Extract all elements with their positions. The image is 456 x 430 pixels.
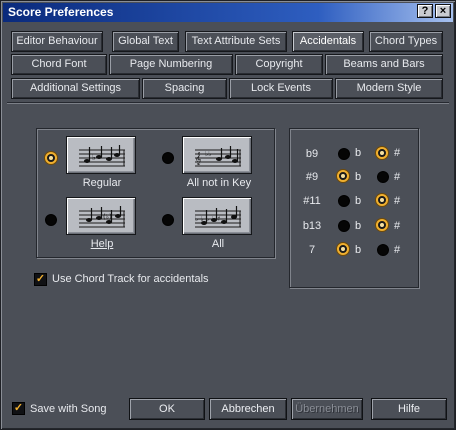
svg-text:𝄞: 𝄞 — [195, 152, 202, 165]
help-button[interactable]: Hilfe — [371, 398, 447, 420]
all-mode-button[interactable]: ♭ ♭ ♭ ♭ ♯ — [182, 197, 252, 235]
flat-label: b — [355, 244, 362, 256]
alteration-7-sharp-radio[interactable] — [377, 244, 389, 256]
alteration-7-flat-radio[interactable] — [337, 243, 349, 255]
alteration-b9-sharp-radio[interactable] — [376, 147, 388, 159]
regular-label: Regular — [82, 177, 122, 189]
tab-copyright[interactable]: Copyright — [235, 54, 323, 75]
tab-divider — [7, 102, 449, 104]
sharp-label: # — [394, 147, 401, 159]
save-with-song-label: Save with Song — [30, 403, 107, 415]
tab-beams-and-bars[interactable]: Beams and Bars — [325, 54, 443, 75]
help-label: Help — [90, 238, 114, 250]
help-icon[interactable]: ? — [417, 4, 433, 18]
apply-button[interactable]: Übernehmen — [291, 398, 363, 420]
tab-page-numbering[interactable]: Page Numbering — [109, 54, 233, 75]
radio-all[interactable] — [162, 214, 174, 226]
window-title: Score Preferences — [8, 5, 114, 19]
sharp-label: # — [394, 244, 401, 256]
help-mode-button[interactable]: (♭) — [66, 197, 136, 235]
ok-button[interactable]: OK — [129, 398, 205, 420]
all-label: All — [211, 238, 225, 250]
tab-additional-settings[interactable]: Additional Settings — [11, 78, 140, 99]
notation-help-icon: (♭) — [79, 206, 125, 228]
tab-text-attribute-sets[interactable]: Text Attribute Sets — [185, 31, 287, 52]
tab-lock-events[interactable]: Lock Events — [229, 78, 333, 99]
alteration-b13-flat-radio[interactable] — [338, 220, 350, 232]
notation-regular-icon: ♭ — [79, 145, 125, 167]
score-preferences-window: Score Preferences ? × Editor Behaviour G… — [0, 0, 456, 430]
tab-chord-font[interactable]: Chord Font — [11, 54, 107, 75]
alteration-sharp9-sharp-radio[interactable] — [377, 171, 389, 183]
all-not-in-key-button[interactable]: 𝄞 ♭♭ — [182, 136, 252, 174]
sharp-label: # — [394, 220, 401, 232]
tab-editor-behaviour[interactable]: Editor Behaviour — [11, 31, 103, 52]
chord-track-checkbox[interactable]: ✓ — [34, 273, 47, 286]
close-icon[interactable]: × — [435, 4, 451, 18]
alteration-b13-sharp-radio[interactable] — [376, 219, 388, 231]
alteration-label-sharp9: #9 — [305, 171, 319, 183]
alteration-sharp11-sharp-radio[interactable] — [376, 194, 388, 206]
sharp-label: # — [394, 195, 401, 207]
svg-text:♭: ♭ — [92, 153, 96, 162]
notation-all-icon: ♭ ♭ ♭ ♭ ♯ — [195, 206, 241, 228]
tab-global-text[interactable]: Global Text — [112, 31, 179, 52]
cancel-button[interactable]: Abbrechen — [209, 398, 287, 420]
radio-all-not-in-key[interactable] — [162, 152, 174, 164]
flat-label: b — [355, 147, 362, 159]
alteration-label-sharp11: #11 — [303, 195, 321, 207]
alteration-label-7: 7 — [308, 244, 316, 256]
svg-text:(♭): (♭) — [103, 213, 112, 221]
radio-help[interactable] — [45, 214, 57, 226]
sharp-label: # — [394, 171, 401, 183]
svg-text:♭♭: ♭♭ — [205, 150, 212, 158]
tab-modern-style[interactable]: Modern Style — [335, 78, 443, 99]
alteration-b9-flat-radio[interactable] — [338, 148, 350, 160]
all-not-in-key-label: All not in Key — [186, 177, 252, 189]
tab-accidentals[interactable]: Accidentals — [292, 31, 364, 52]
notation-all-not-in-key-icon: 𝄞 ♭♭ — [195, 146, 241, 167]
tab-chord-types[interactable]: Chord Types — [369, 31, 443, 52]
regular-mode-button[interactable]: ♭ — [66, 136, 136, 174]
save-with-song-checkbox[interactable]: ✓ — [12, 402, 25, 415]
chord-track-label: Use Chord Track for accidentals — [52, 273, 209, 285]
radio-regular[interactable] — [45, 152, 57, 164]
alteration-label-b9: b9 — [305, 148, 319, 160]
flat-label: b — [355, 220, 362, 232]
flat-label: b — [355, 171, 362, 183]
title-bar: Score Preferences — [3, 3, 453, 22]
tab-spacing[interactable]: Spacing — [142, 78, 227, 99]
alteration-sharp11-flat-radio[interactable] — [338, 195, 350, 207]
alteration-sharp9-flat-radio[interactable] — [337, 170, 349, 182]
alteration-label-b13: b13 — [302, 220, 322, 232]
flat-label: b — [355, 195, 362, 207]
